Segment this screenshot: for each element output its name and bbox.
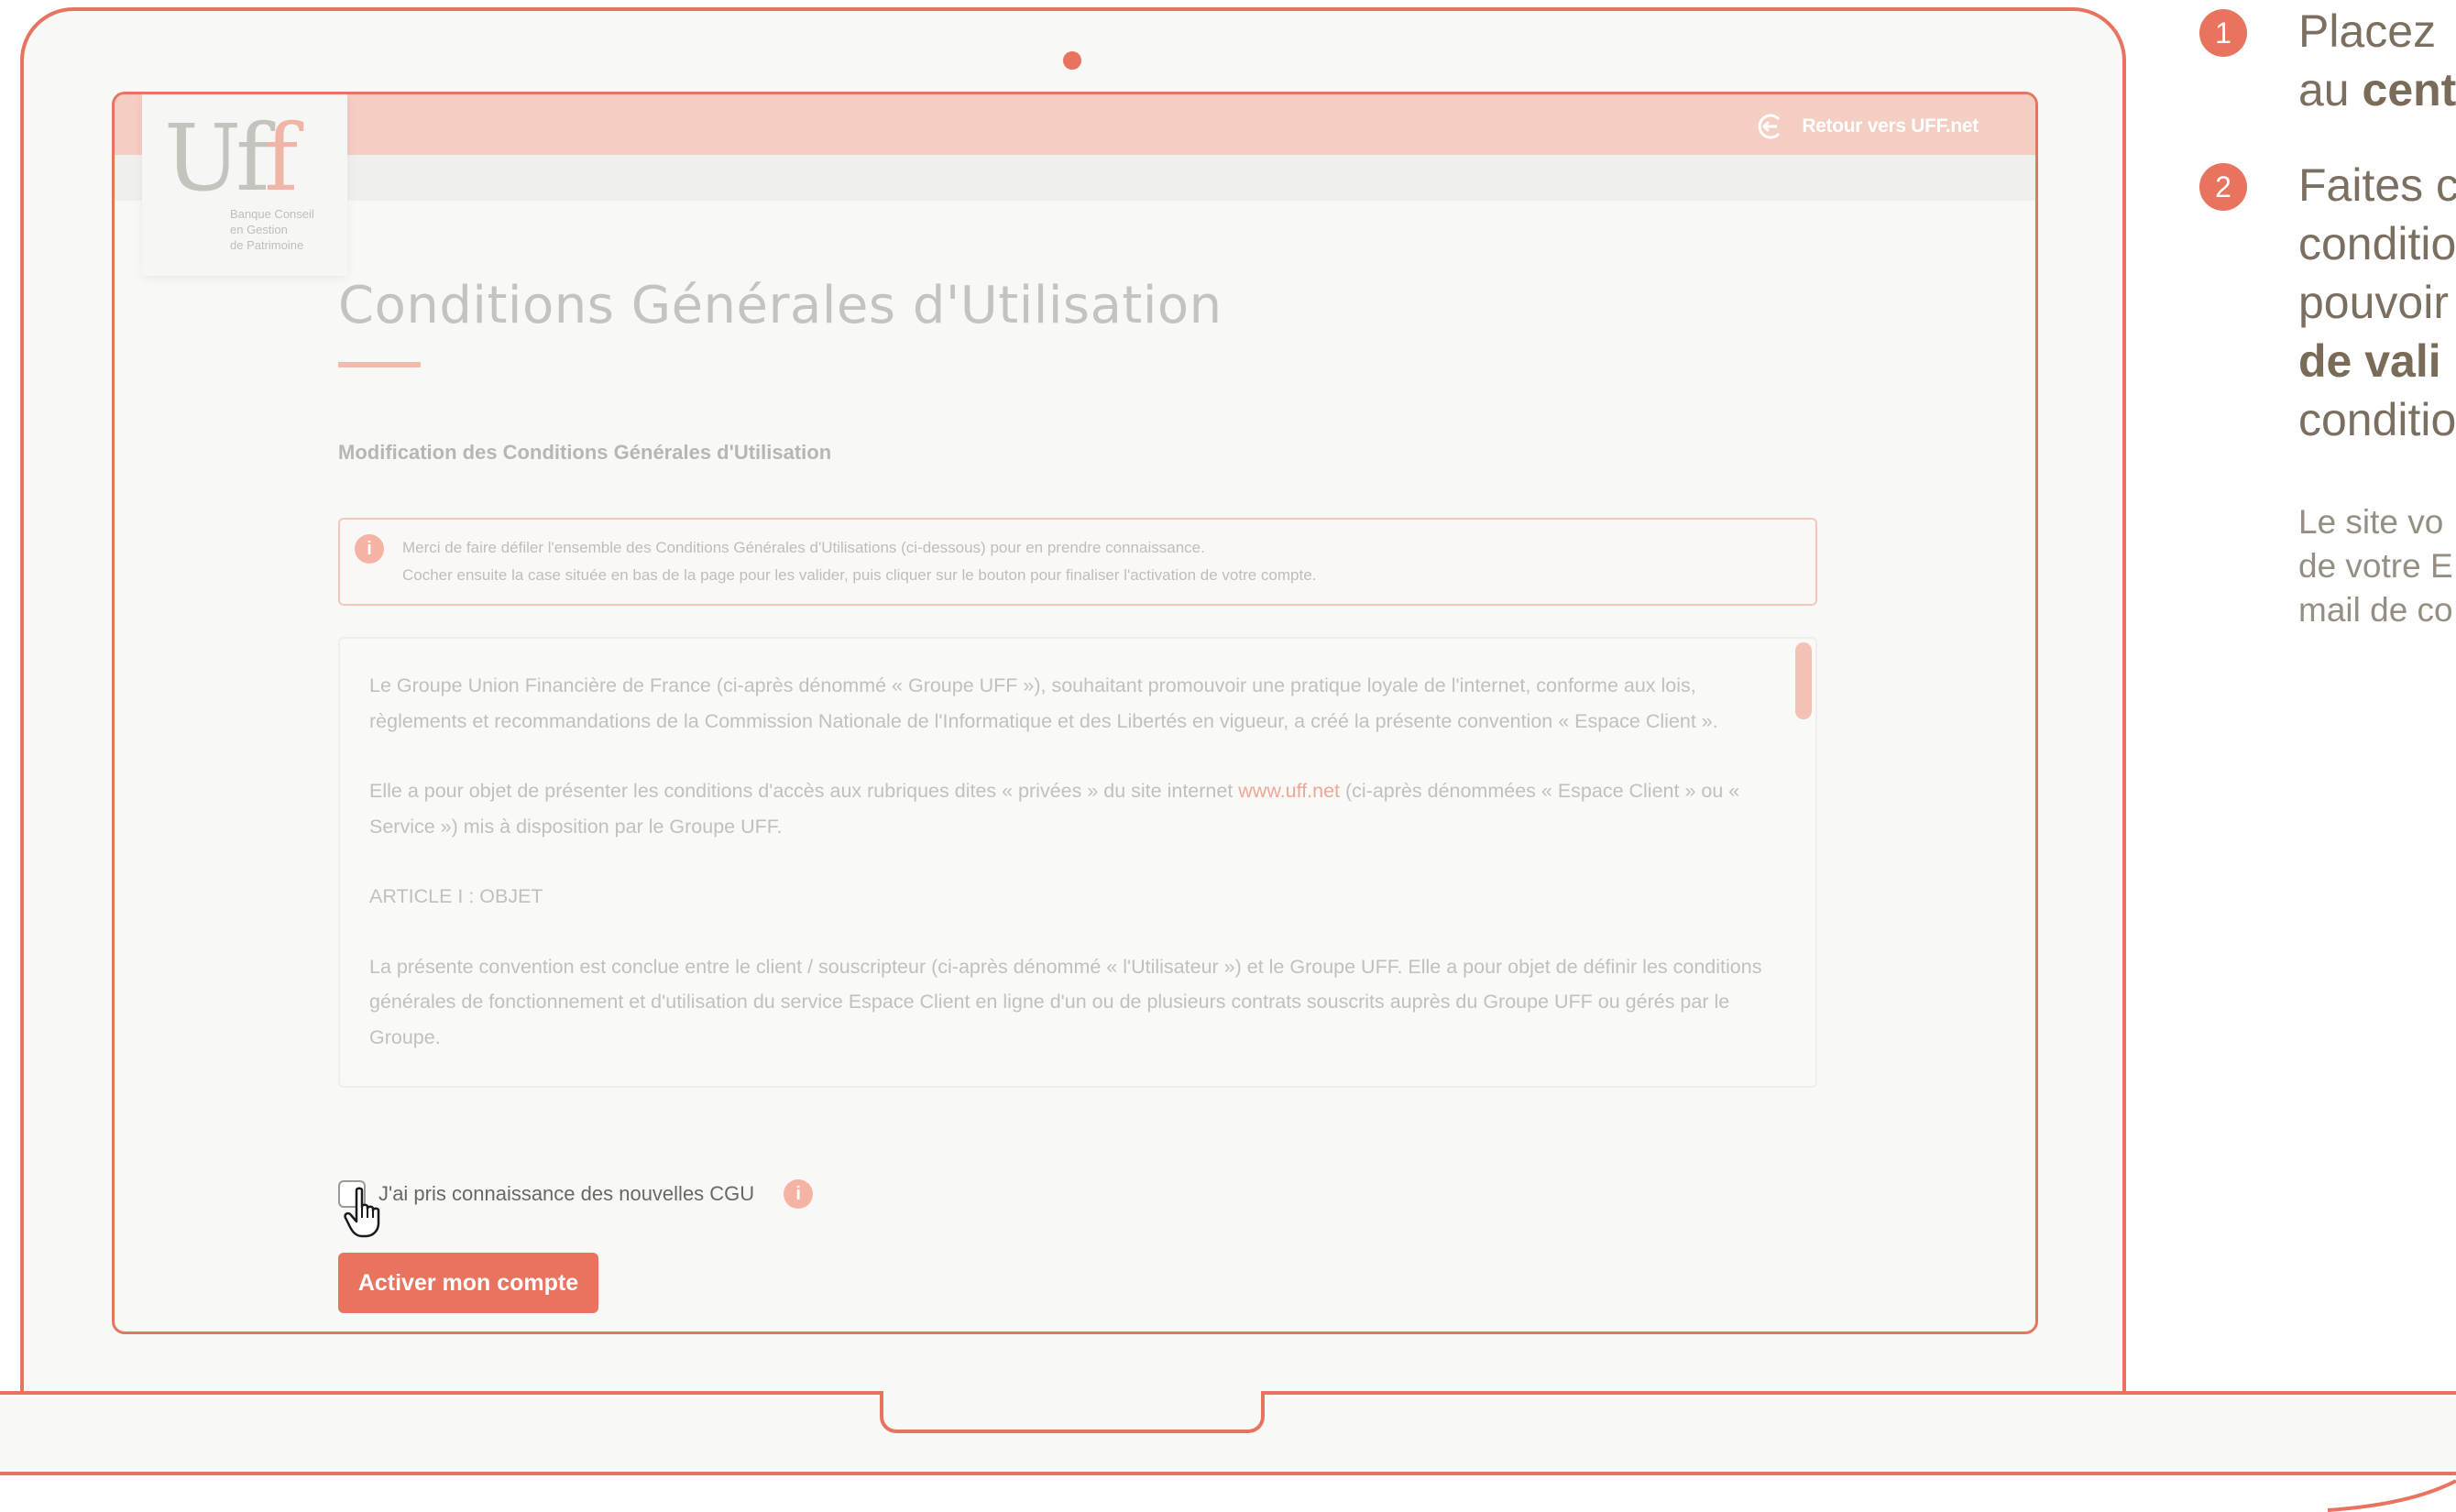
logo-tagline: Banque Conseil en Gestion de Patrimoine xyxy=(230,207,314,252)
info-text: Merci de faire défiler l'ensemble des Co… xyxy=(402,534,1316,589)
browser-screen: Retour vers UFF.net Uff Banque Conseil e… xyxy=(112,92,2038,1334)
logo-letter-f1: f xyxy=(236,104,269,212)
step-badge-2: 2 xyxy=(2199,163,2247,211)
step-2-line-4-bold: de vali xyxy=(2298,335,2441,387)
back-to-uff-link[interactable]: Retour vers UFF.net xyxy=(1754,111,1979,142)
info-line-1: Merci de faire défiler l'ensemble des Co… xyxy=(402,539,1205,556)
step-2-line-3: pouvoir xyxy=(2298,277,2449,328)
sub-bar xyxy=(115,155,2035,201)
section-heading: Modification des Conditions Générales d'… xyxy=(338,441,832,464)
logo-letter-f2: f xyxy=(264,104,298,212)
arrow-left-circle-icon xyxy=(1758,114,1781,139)
laptop-base-curve xyxy=(2328,1479,2456,1512)
info-line-2: Cocher ensuite la case située en bas de … xyxy=(402,566,1317,584)
accept-cgu-label[interactable]: J'ai pris connaissance des nouvelles CGU xyxy=(378,1182,754,1206)
trackpad-notch xyxy=(880,1391,1265,1433)
step-2-line-5: conditio xyxy=(2298,394,2456,445)
logo-mark: Uff xyxy=(164,113,298,204)
info-icon[interactable]: i xyxy=(784,1179,814,1209)
side-note-line-2: de votre E xyxy=(2298,547,2453,585)
step-1-line-2-bold: cent xyxy=(2362,64,2456,115)
step-1-line-1: Placez xyxy=(2298,5,2437,57)
info-box: i Merci de faire défiler l'ensemble des … xyxy=(338,518,1817,606)
camera-dot xyxy=(1063,51,1081,70)
step-2-line-1: Faites c xyxy=(2298,159,2456,211)
page-title: Conditions Générales d'Utilisation xyxy=(338,276,1223,335)
uff-website-link[interactable]: www.uff.net xyxy=(1238,780,1340,802)
cgu-article-heading: ARTICLE I : OBJET xyxy=(369,885,543,907)
cgu-scrollbar[interactable] xyxy=(1795,642,1812,719)
info-icon: i xyxy=(355,534,384,564)
step-1-text: Placez au cent xyxy=(2298,2,2456,119)
cgu-paragraph: La présente convention est conclue entre… xyxy=(369,955,1762,1048)
step-2-line-4: de vali xyxy=(2298,332,2456,390)
cgu-text-segment: Elle a pour objet de présenter les condi… xyxy=(369,780,1239,802)
logo-letter-u: U xyxy=(164,104,241,212)
step-badge-1: 1 xyxy=(2199,9,2247,57)
top-bar: Retour vers UFF.net xyxy=(115,94,2035,155)
step-1-line-2: au cent xyxy=(2298,60,2456,119)
hand-pointer-icon xyxy=(344,1187,380,1238)
step-2-line-2: conditio xyxy=(2298,218,2456,269)
accept-cgu-row: J'ai pris connaissance des nouvelles CGU… xyxy=(338,1176,814,1212)
step-1-line-2-prefix: au xyxy=(2298,64,2363,115)
side-note-line-3: mail de co xyxy=(2298,591,2453,629)
cgu-scroll-box[interactable]: Le Groupe Union Financière de France (ci… xyxy=(338,637,1817,1088)
uff-logo[interactable]: Uff Banque Conseil en Gestion de Patrimo… xyxy=(142,94,347,276)
title-underline xyxy=(338,362,421,367)
step-2-text: Faites c conditio pouvoir de vali condit… xyxy=(2298,156,2456,449)
cgu-text: Le Groupe Union Financière de France (ci… xyxy=(369,668,1781,1086)
side-note-line-1: Le site vo xyxy=(2298,503,2444,541)
cgu-paragraph: Le Groupe Union Financière de France (ci… xyxy=(369,674,1718,732)
cgu-paragraph: Elle a pour objet de présenter les condi… xyxy=(369,773,1781,844)
back-link-label: Retour vers UFF.net xyxy=(1802,115,1979,137)
activate-account-button[interactable]: Activer mon compte xyxy=(338,1253,598,1313)
side-note: Le site vo de votre E mail de co xyxy=(2298,500,2453,632)
